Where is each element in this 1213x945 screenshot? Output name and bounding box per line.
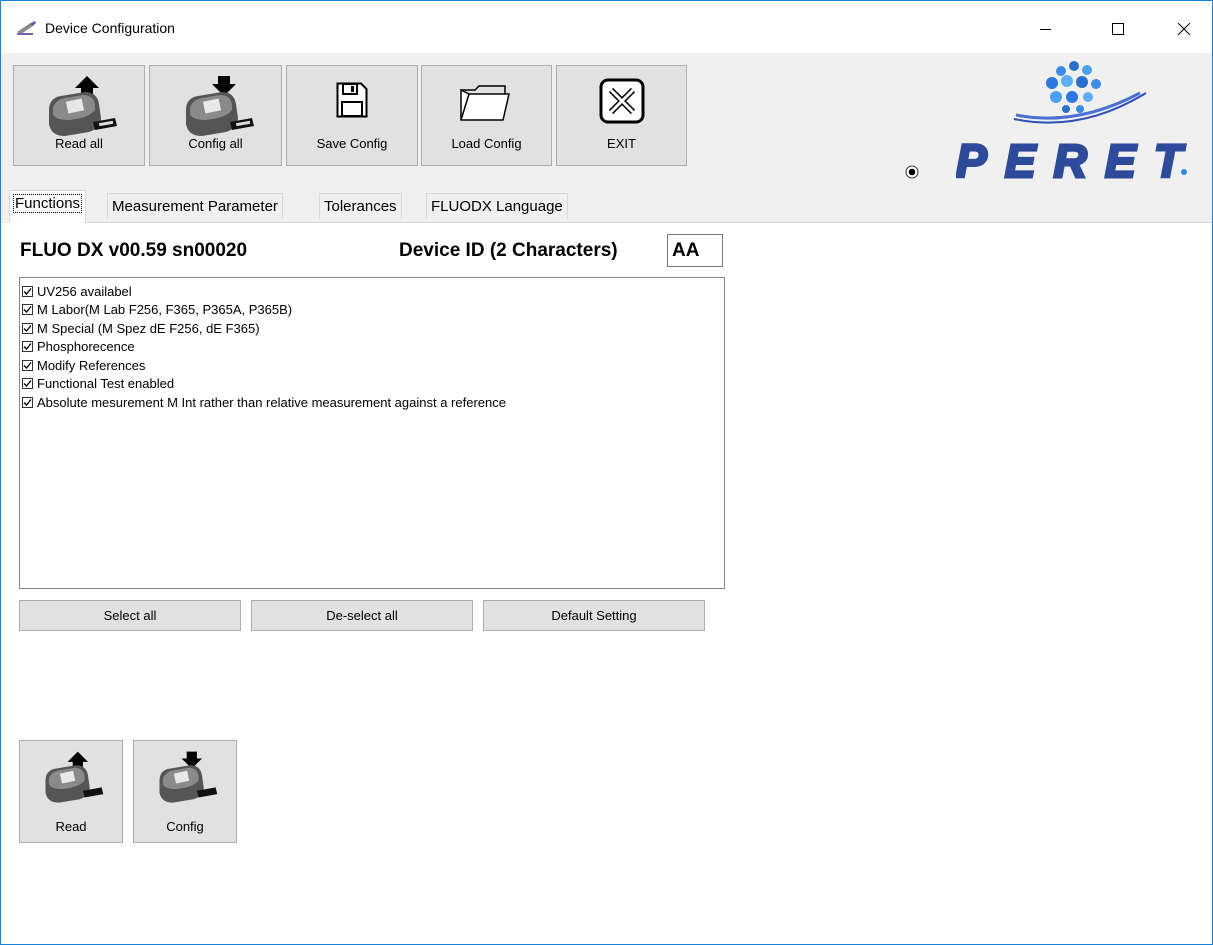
checkbox[interactable]	[22, 304, 33, 316]
load-config-label: Load Config	[451, 136, 522, 151]
tab-tolerances[interactable]: Tolerances	[319, 193, 402, 219]
checkbox-label: M Labor(M Lab F256, F365, P365A, P365B)	[37, 302, 293, 318]
exit-button[interactable]: EXIT	[556, 65, 687, 166]
config-all-button[interactable]: Config all	[149, 65, 282, 166]
tab-functions-label: Functions	[12, 194, 83, 213]
folder-icon	[459, 84, 515, 125]
close-button[interactable]	[1161, 11, 1207, 47]
config-button[interactable]: Config	[133, 740, 237, 843]
select-all-button[interactable]: Select all	[19, 600, 241, 631]
close-icon	[1178, 23, 1190, 35]
read-all-label: Read all	[55, 136, 103, 151]
minimize-icon	[1040, 29, 1051, 30]
device-upload-icon	[37, 749, 105, 810]
list-item[interactable]: Absolute mesurement M Int rather than re…	[21, 393, 724, 412]
functions-panel: FLUO DX v00.59 sn00020 Device ID (2 Char…	[9, 223, 1212, 944]
config-all-label: Config all	[188, 136, 243, 151]
title-bar: Device Configuration	[1, 1, 1212, 53]
checkbox-label: Modify References	[37, 357, 146, 373]
checkbox-label: Functional Test enabled	[37, 376, 175, 392]
tab-measurement-parameter-label: Measurement Parameter	[112, 198, 278, 215]
status-radio[interactable]	[905, 165, 919, 179]
device-id-input[interactable]	[667, 234, 723, 267]
minimize-button[interactable]	[1023, 11, 1069, 47]
deselect-all-button[interactable]: De-select all	[251, 600, 473, 631]
device-name-label: FLUO DX v00.59 sn00020	[20, 240, 248, 261]
read-label: Read	[55, 819, 87, 834]
peret-logo: PERET	[955, 53, 1192, 189]
device-download-icon	[151, 749, 219, 810]
tab-tolerances-label: Tolerances	[324, 198, 397, 215]
checkbox-label: Absolute mesurement M Int rather than re…	[37, 394, 506, 410]
floppy-disk-icon	[336, 82, 368, 121]
tab-functions[interactable]: Functions	[9, 190, 87, 223]
checkbox[interactable]	[22, 285, 33, 297]
list-item[interactable]: M Labor(M Lab F256, F365, P365A, P365B)	[21, 301, 724, 320]
read-button[interactable]: Read	[19, 740, 123, 843]
list-item[interactable]: UV256 availabel	[21, 282, 724, 301]
check-icon	[23, 287, 32, 295]
check-icon	[23, 324, 32, 332]
checkbox-label: Phosphorecence	[37, 339, 135, 355]
tab-fluodx-language[interactable]: FLUODX Language	[426, 193, 568, 219]
toolbar: Read all Config all Save Config Load Con…	[1, 53, 1212, 189]
config-label: Config	[166, 819, 204, 834]
save-config-button[interactable]: Save Config	[286, 65, 418, 166]
checkbox[interactable]	[22, 359, 33, 371]
checkbox[interactable]	[22, 341, 33, 353]
maximize-icon	[1112, 23, 1124, 35]
globe-icon	[1013, 61, 1147, 124]
device-configuration-window: Device Configuration Read all Config all…	[0, 0, 1213, 945]
tab-measurement-parameter[interactable]: Measurement Parameter	[107, 193, 283, 219]
window-title: Device Configuration	[45, 20, 175, 36]
maximize-button[interactable]	[1095, 11, 1141, 47]
save-config-label: Save Config	[316, 136, 388, 151]
check-icon	[23, 343, 32, 351]
exit-label: EXIT	[607, 136, 636, 151]
checkbox-label: M Special (M Spez dE F256, dE F365)	[37, 320, 260, 336]
load-config-button[interactable]: Load Config	[421, 65, 552, 166]
checkbox-label: UV256 availabel	[37, 283, 132, 299]
check-icon	[23, 361, 32, 369]
check-icon	[23, 398, 32, 406]
list-item[interactable]: M Special (M Spez dE F256, dE F365)	[21, 319, 724, 338]
device-upload-icon	[39, 74, 119, 143]
list-item[interactable]: Modify References	[21, 356, 724, 375]
default-setting-button[interactable]: Default Setting	[483, 600, 705, 631]
device-id-label: Device ID (2 Characters)	[399, 240, 618, 261]
checkbox[interactable]	[22, 396, 33, 408]
check-icon	[23, 306, 32, 314]
checkbox[interactable]	[22, 378, 33, 390]
functions-checklist: UV256 availabel M Labor(M Lab F256, F365…	[19, 277, 725, 589]
tab-fluodx-language-label: FLUODX Language	[431, 198, 563, 215]
list-item[interactable]: Phosphorecence	[21, 338, 724, 357]
checkbox[interactable]	[22, 322, 33, 334]
check-icon	[23, 380, 32, 388]
list-item[interactable]: Functional Test enabled	[21, 375, 724, 394]
read-all-button[interactable]: Read all	[13, 65, 145, 166]
app-icon	[15, 20, 37, 36]
device-download-icon	[176, 74, 256, 143]
close-x-icon	[599, 78, 645, 127]
svg-text:PERET: PERET	[956, 135, 1186, 183]
